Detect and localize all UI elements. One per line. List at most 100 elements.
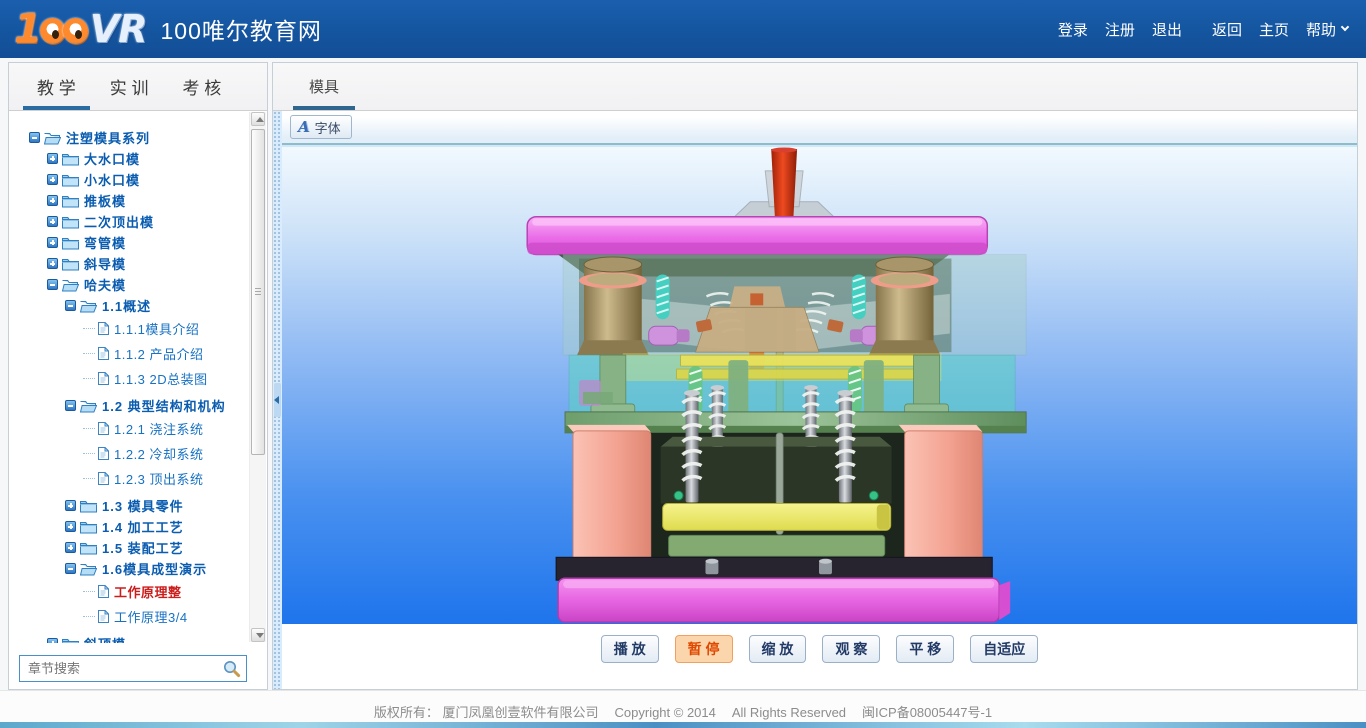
expand-icon[interactable] (65, 500, 76, 511)
nav-link-帮助[interactable]: 帮助 (1306, 19, 1348, 40)
tree-item-label: 1.1.2 产品介绍 (114, 344, 204, 363)
scroll-down-icon[interactable] (251, 628, 265, 642)
nav-link-主页[interactable]: 主页 (1259, 19, 1289, 40)
tree-item[interactable]: 1.2.3 顶出系统 (9, 466, 248, 491)
tree-item-label: 1.4 加工工艺 (102, 517, 184, 536)
tree-item-label: 弯管模 (84, 233, 126, 252)
folder-closed-icon (62, 194, 79, 208)
tree-item[interactable]: 1.1.1模具介绍 (9, 316, 248, 341)
tree-item[interactable]: 1.5 装配工艺 (9, 537, 248, 558)
expand-icon[interactable] (65, 521, 76, 532)
folder-closed-icon (62, 637, 79, 644)
content-panel: 模具 A 字体 (272, 62, 1358, 690)
control-button-平移[interactable]: 平 移 (896, 635, 954, 663)
sidebar-tab[interactable]: 教 学 (31, 63, 82, 110)
tree-item[interactable]: 斜导模 (9, 253, 248, 274)
tree-item[interactable]: 大水口模 (9, 148, 248, 169)
expand-icon[interactable] (47, 237, 58, 248)
tree-item-label: 1.6模具成型演示 (102, 559, 207, 578)
tree-connector (83, 328, 95, 329)
brand: 1 VR 100唯尔教育网 (14, 6, 322, 52)
copyright-segment: All Rights Reserved (732, 705, 846, 720)
folder-open-icon (80, 562, 97, 576)
sidebar-tab[interactable]: 实 训 (104, 63, 155, 110)
control-button-暂停[interactable]: 暂 停 (675, 635, 733, 663)
tree-item[interactable]: 1.4 加工工艺 (9, 516, 248, 537)
collapse-icon[interactable] (47, 279, 58, 290)
top-header: 1 VR 100唯尔教育网 登录注册退出 返回主页帮助 (0, 0, 1366, 58)
expand-icon[interactable] (47, 195, 58, 206)
doc-icon (98, 585, 109, 598)
tree-connector (83, 453, 95, 454)
nav-link-退出[interactable]: 退出 (1152, 19, 1182, 40)
viewer-controls: 播 放暂 停缩 放观 察平 移自适应 (282, 624, 1357, 689)
site-title: 100唯尔教育网 (161, 12, 322, 46)
panel-splitter[interactable] (273, 111, 282, 689)
doc-icon (98, 347, 109, 360)
tree-item[interactable]: 工作原理整 (9, 579, 248, 604)
expand-icon[interactable] (65, 542, 76, 553)
tree-item-label: 1.1.1模具介绍 (114, 319, 199, 338)
control-button-观察[interactable]: 观 察 (822, 635, 880, 663)
tab-mold[interactable]: 模具 (293, 63, 355, 110)
tree-item[interactable]: 1.1.2 产品介绍 (9, 341, 248, 366)
control-button-自适应[interactable]: 自适应 (970, 635, 1038, 663)
copyright-segment: Copyright © 2014 (615, 705, 716, 720)
nav-link-登录[interactable]: 登录 (1058, 19, 1088, 40)
tree-scrollbar[interactable] (249, 112, 266, 642)
control-button-缩放[interactable]: 缩 放 (749, 635, 807, 663)
search-icon[interactable] (222, 659, 241, 678)
sidebar-tab[interactable]: 考 核 (176, 63, 227, 110)
logo-digit: 1 (14, 6, 40, 52)
doc-icon (98, 322, 109, 335)
expand-icon[interactable] (47, 174, 58, 185)
copyright-segment: 版权所有： 厦门凤凰创壹软件有限公司 (374, 705, 599, 720)
tree-item[interactable]: 哈夫模 (9, 274, 248, 295)
tree-item-label: 1.5 装配工艺 (102, 538, 184, 557)
tree-item[interactable]: 1.2.1 浇注系统 (9, 416, 248, 441)
tree-item-label: 工作原理整 (114, 582, 182, 601)
model-viewer[interactable] (282, 145, 1357, 626)
tree-item[interactable]: 斜顶模 (9, 633, 248, 643)
tree-item[interactable]: 1.1.3 2D总装图 (9, 366, 248, 391)
collapse-icon[interactable] (65, 400, 76, 411)
tree-item[interactable]: 推板模 (9, 190, 248, 211)
tree-item[interactable]: 注塑模具系列 (9, 127, 248, 148)
search-input[interactable] (20, 661, 222, 676)
tree-item[interactable]: 1.6模具成型演示 (9, 558, 248, 579)
tree-item[interactable]: 1.2 典型结构和机构 (9, 395, 248, 416)
collapse-icon[interactable] (65, 300, 76, 311)
collapse-arrow-icon[interactable] (274, 383, 281, 417)
tree-item[interactable]: 1.3 模具零件 (9, 495, 248, 516)
collapse-icon[interactable] (65, 563, 76, 574)
expand-icon[interactable] (47, 216, 58, 227)
tree-item[interactable]: 1.2.2 冷却系统 (9, 441, 248, 466)
tree-item[interactable]: 小水口模 (9, 169, 248, 190)
expand-icon[interactable] (47, 258, 58, 269)
control-button-播放[interactable]: 播 放 (601, 635, 659, 663)
expand-icon[interactable] (47, 153, 58, 164)
nav-link-返回[interactable]: 返回 (1212, 19, 1242, 40)
scrollbar-thumb[interactable] (251, 129, 265, 455)
chevron-down-icon (1341, 23, 1349, 31)
tree-connector (83, 478, 95, 479)
logo-eye-icon (40, 18, 65, 43)
tree-item[interactable]: 二次顶出模 (9, 211, 248, 232)
tree-item[interactable]: 工作原理3/4 (9, 604, 248, 629)
tree-connector (83, 591, 95, 592)
scroll-up-icon[interactable] (251, 112, 265, 126)
collapse-icon[interactable] (29, 132, 40, 143)
font-button[interactable]: A 字体 (290, 115, 352, 139)
tree-item[interactable]: 1.1概述 (9, 295, 248, 316)
expand-icon[interactable] (47, 638, 58, 643)
tree-item[interactable]: 弯管模 (9, 232, 248, 253)
tree-item-label: 1.1.3 2D总装图 (114, 369, 208, 388)
doc-icon (98, 447, 109, 460)
tree-item-label: 二次顶出模 (84, 212, 154, 231)
folder-closed-icon (62, 173, 79, 187)
doc-icon (98, 422, 109, 435)
nav-link-注册[interactable]: 注册 (1105, 19, 1135, 40)
tree-connector (83, 353, 95, 354)
folder-closed-icon (62, 236, 79, 250)
folder-open-icon (80, 399, 97, 413)
